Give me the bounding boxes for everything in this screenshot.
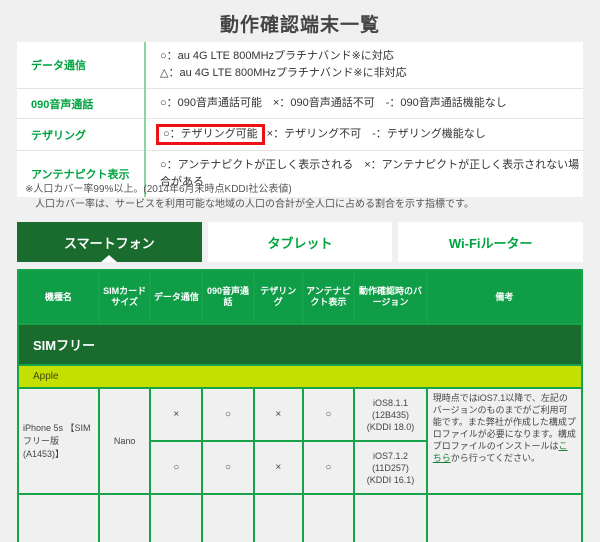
cell-remarks: 現時点ではiOS7.1以降で、左記のバージョンのものまでがご利用可能です。また弊… [425, 387, 583, 495]
legend-row-tethering: テザリング ○：テザリング可能 ×：テザリング不可 -：テザリング機能なし [17, 118, 583, 151]
content-card: データ通信 ○：au 4G LTE 800MHzプラチナバンド※に対応 △：au… [17, 42, 583, 197]
header-antenna: アンテナピクト表示 [301, 269, 356, 325]
cell-data [149, 493, 204, 542]
remark-text-before: 現時点ではiOS7.1以降で、左記のバージョンのものまでがご利用可能です。また弊… [432, 393, 576, 451]
cell-antenna: ○ [301, 387, 356, 442]
header-model: 機種名 [17, 269, 100, 325]
cell-tethering [252, 493, 304, 542]
subsection-label: Apple [17, 364, 583, 389]
legend-value-voice: ○：090音声通話可能 ×：090音声通話不可 -：090音声通話機能なし [144, 88, 583, 119]
cell-model: iPhone 5s 【SIMフリー版(A1453)】 [17, 387, 100, 495]
legend-row-data: データ通信 ○：au 4G LTE 800MHzプラチナバンド※に対応 △：au… [17, 42, 583, 89]
footnote-line-2: 人口カバー率は、サービスを利用可能な地域の人口の合計が全人口に占める割合を示す指… [35, 199, 474, 210]
page-root: 動作確認端末一覧 データ通信 ○：au 4G LTE 800MHzプラチナバンド… [0, 0, 600, 542]
cell-antenna [301, 493, 356, 542]
cell-sim-size: Nano [97, 387, 152, 495]
tab-tablet[interactable]: タブレット [207, 222, 393, 262]
tab-smartphone[interactable]: スマートフォン [17, 222, 202, 262]
header-voice: 090音声通話 [201, 269, 255, 325]
header-data: データ通信 [149, 269, 204, 325]
device-table-wrap: 機種名 SIMカードサイズ データ通信 090音声通話 テザリング アンテナピク… [17, 262, 583, 542]
legend-label-data: データ通信 [31, 60, 86, 72]
device-table: 機種名 SIMカードサイズ データ通信 090音声通話 テザリング アンテナピク… [17, 269, 583, 542]
version-line: (11D257) [372, 462, 409, 473]
legend-value-data: ○：au 4G LTE 800MHzプラチナバンド※に対応 △：au 4G LT… [144, 42, 583, 89]
cell-antenna: ○ [301, 440, 356, 495]
device-table-header-row: 機種名 SIMカードサイズ データ通信 090音声通話 テザリング アンテナピク… [17, 269, 583, 325]
footnote: ※人口カバー率99%以上。(2014年6月末時点KDDI社公表値) 人口カバー率… [17, 175, 583, 221]
version-line: iOS7.1.2 [372, 450, 409, 461]
version-line: (12B435) [371, 409, 410, 420]
cell-remarks [425, 493, 583, 542]
version-line: iOS8.1.1 [372, 397, 409, 408]
cell-data: × [149, 387, 204, 442]
table-row [17, 493, 583, 542]
header-tethering: テザリング [252, 269, 304, 325]
legend-table: データ通信 ○：au 4G LTE 800MHzプラチナバンド※に対応 △：au… [17, 42, 583, 197]
tab-wifi-router[interactable]: Wi-Fiルーター [398, 222, 584, 262]
section-label: SIMフリー [17, 323, 583, 366]
section-row-simfree: SIMフリー [17, 323, 583, 366]
cell-version: iOS8.1.1 (12B435) (KDDI 18.0) [353, 387, 428, 442]
cell-tethering: × [252, 387, 304, 442]
cell-model [17, 493, 100, 542]
cell-version: iOS7.1.2 (11D257) (KDDI 16.1) [353, 440, 428, 495]
footnote-block: ※人口カバー率99%以上。(2014年6月末時点KDDI社公表値) 人口カバー率… [17, 175, 583, 221]
page-title: 動作確認端末一覧 [219, 15, 380, 36]
legend-line: ○：au 4G LTE 800MHzプラチナバンド※に対応 [160, 50, 394, 62]
legend-line: △：au 4G LTE 800MHzプラチナバンド※に非対応 [160, 67, 407, 79]
legend-row-voice: 090音声通話 ○：090音声通話可能 ×：090音声通話不可 -：090音声通… [17, 88, 583, 119]
cell-sim-size [97, 493, 152, 542]
cell-voice [201, 493, 255, 542]
cell-tethering: × [252, 440, 304, 495]
footnote-line-1: ※人口カバー率99%以上。(2014年6月末時点KDDI社公表値) [25, 184, 292, 195]
table-row: iPhone 5s 【SIMフリー版(A1453)】 Nano × ○ × ○ … [17, 387, 583, 495]
remark-text-after: から行ってください。 [450, 453, 541, 463]
version-line: (KDDI 16.1) [366, 474, 415, 485]
cell-voice: ○ [201, 387, 255, 442]
cell-version [353, 493, 428, 542]
tethering-highlight-box: ○：テザリング可能 [156, 124, 265, 145]
legend-label-voice: 090音声通話 [31, 98, 94, 111]
header-version: 動作確認時のバージョン [353, 269, 428, 325]
header-sim-size: SIMカードサイズ [97, 269, 152, 325]
cell-data: ○ [149, 440, 204, 495]
legend-line: ○：090音声通話可能 ×：090音声通話不可 -：090音声通話機能なし [160, 97, 507, 109]
subsection-row-apple: Apple [17, 364, 583, 389]
tabs: スマートフォン タブレット Wi-Fiルーター [17, 222, 584, 262]
version-line: (KDDI 18.0) [366, 421, 415, 432]
tethering-rest-text: ×：テザリング不可 -：テザリング機能なし [266, 128, 486, 140]
header-remarks: 備考 [425, 269, 583, 325]
legend-label-tethering: テザリング [31, 129, 86, 142]
legend-value-tethering: ○：テザリング可能 ×：テザリング不可 -：テザリング機能なし [144, 118, 583, 151]
tab-bar: スマートフォン タブレット Wi-Fiルーター [17, 222, 584, 262]
cell-voice: ○ [201, 440, 255, 495]
